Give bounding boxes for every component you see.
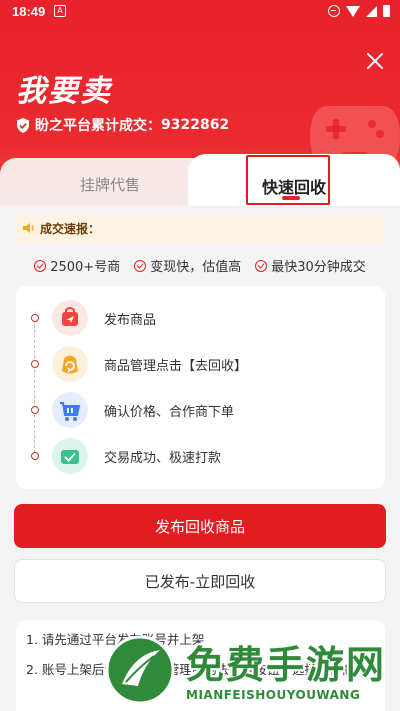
step-dot: [31, 452, 39, 460]
feature-list: 2500+号商 变现快，估值高 最快30分钟成交: [0, 256, 400, 275]
step-dot: [31, 360, 39, 368]
feature-item: 变现快，估值高: [134, 256, 241, 275]
step-item: 确认价格、合作商下单: [16, 390, 385, 430]
step-item: 发布商品: [16, 298, 385, 338]
step-item: 交易成功、极速打款: [16, 436, 385, 476]
step-label: 确认价格、合作商下单: [104, 405, 235, 420]
status-icons: [328, 5, 390, 17]
step-dot: [31, 314, 39, 322]
recycle-icon: [52, 346, 88, 382]
app-notification-icon: A: [54, 5, 66, 17]
steps-card: 发布商品 商品管理点击【去回收】 确认价格、合作商下单 交易成功、极速打款: [16, 286, 385, 489]
deal-news-bar: 成交速报：: [14, 214, 384, 242]
deal-summary-label: 盼之平台累计成交：: [35, 118, 161, 134]
battery-icon: [383, 5, 390, 17]
feature-item: 2500+号商: [34, 256, 120, 275]
notes-card: 1. 请先通过平台发布账号并上架 2. 账号上架后请点击商品管理中的去回收按钮，…: [16, 620, 385, 711]
wallet-check-icon: [52, 438, 88, 474]
close-icon[interactable]: [364, 50, 386, 72]
deal-summary: 盼之平台累计成交： 9322862: [16, 115, 229, 135]
feature-label: 最快30分钟成交: [271, 260, 366, 275]
deal-news-label: 成交速报：: [40, 221, 101, 236]
status-bar: 18:49 A: [0, 0, 400, 24]
speaker-icon: [23, 223, 34, 233]
status-time: 18:49: [12, 4, 46, 19]
feature-item: 最快30分钟成交: [255, 256, 366, 275]
wifi-icon: [346, 5, 360, 17]
feature-label: 变现快，估值高: [150, 260, 242, 275]
shield-check-icon: [17, 117, 29, 133]
step-label: 商品管理点击【去回收】: [104, 359, 248, 374]
step-label: 发布商品: [104, 313, 157, 328]
dnd-icon: [328, 5, 340, 17]
deal-count: 9322862: [161, 117, 230, 133]
check-circle-icon: [34, 259, 47, 272]
recycle-now-button[interactable]: 已发布-立即回收: [14, 559, 386, 603]
signal-icon: [366, 5, 377, 17]
publish-recycle-button[interactable]: 发布回收商品: [14, 504, 386, 548]
check-circle-icon: [255, 259, 268, 272]
note-item: 2. 账号上架后请点击商品管理中的去回收按钮，选择合作商: [26, 662, 355, 677]
page-title: 我要卖: [16, 74, 112, 109]
cart-icon: [52, 392, 88, 428]
send-bag-icon: [52, 300, 88, 336]
step-dot: [31, 406, 39, 414]
note-item: 1. 请先通过平台发布账号并上架: [26, 632, 205, 647]
tab-listing-consignment[interactable]: 挂牌代售: [80, 174, 140, 195]
check-circle-icon: [134, 259, 147, 272]
feature-label: 2500+号商: [50, 260, 121, 275]
step-label: 交易成功、极速打款: [104, 451, 222, 466]
tab-active-indicator: [282, 196, 300, 200]
step-item: 商品管理点击【去回收】: [16, 344, 385, 384]
